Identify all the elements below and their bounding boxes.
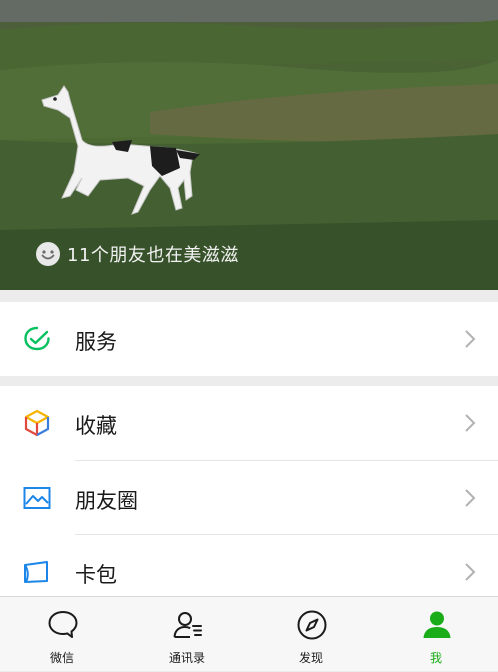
- service-icon: [24, 326, 50, 351]
- chevron-right-icon: [465, 489, 476, 507]
- menu-label-service: 服务: [75, 330, 117, 354]
- moments-photo-icon: [23, 487, 51, 509]
- contacts-icon: [173, 612, 202, 638]
- menu-label-favorites: 收藏: [75, 414, 117, 438]
- friends-status-text: 11个朋友也在美滋滋: [67, 245, 239, 266]
- bottom-tab-bar: 微信 通讯录 发现 我: [0, 596, 498, 671]
- card-wallet-icon: [24, 561, 48, 583]
- tab-contacts[interactable]: 通讯录: [142, 597, 232, 672]
- profile-icon: [423, 611, 451, 638]
- menu-item-favorites[interactable]: 收藏: [0, 386, 498, 460]
- menu-item-cards[interactable]: 卡包: [0, 535, 498, 596]
- menu-item-service[interactable]: 服务: [0, 302, 498, 376]
- chat-bubble-icon: [48, 611, 78, 638]
- chevron-right-icon: [465, 563, 476, 581]
- chevron-right-icon: [465, 330, 476, 348]
- smiley-icon: [36, 242, 60, 266]
- chevron-right-icon: [465, 414, 476, 432]
- tab-label-discover: 发现: [298, 651, 323, 665]
- tab-label-contacts: 通讯录: [168, 651, 205, 665]
- menu-label-moments: 朋友圈: [75, 489, 138, 513]
- compass-icon: [297, 610, 327, 640]
- menu-group-main: 收藏 朋友圈 卡包: [0, 386, 498, 596]
- tab-discover[interactable]: 发现: [266, 597, 356, 672]
- menu-group-service: 服务: [0, 302, 498, 376]
- menu-label-cards: 卡包: [75, 563, 117, 587]
- friends-status-row[interactable]: 11个朋友也在美滋滋: [36, 241, 239, 267]
- tab-label-me: 我: [429, 651, 442, 665]
- status-cover[interactable]: 11个朋友也在美滋滋: [0, 0, 498, 290]
- tab-me[interactable]: 我: [391, 597, 481, 672]
- menu-item-moments[interactable]: 朋友圈: [0, 461, 498, 535]
- favorites-cube-icon: [24, 409, 50, 437]
- tab-chats[interactable]: 微信: [17, 597, 107, 672]
- tab-label-chats: 微信: [49, 651, 74, 665]
